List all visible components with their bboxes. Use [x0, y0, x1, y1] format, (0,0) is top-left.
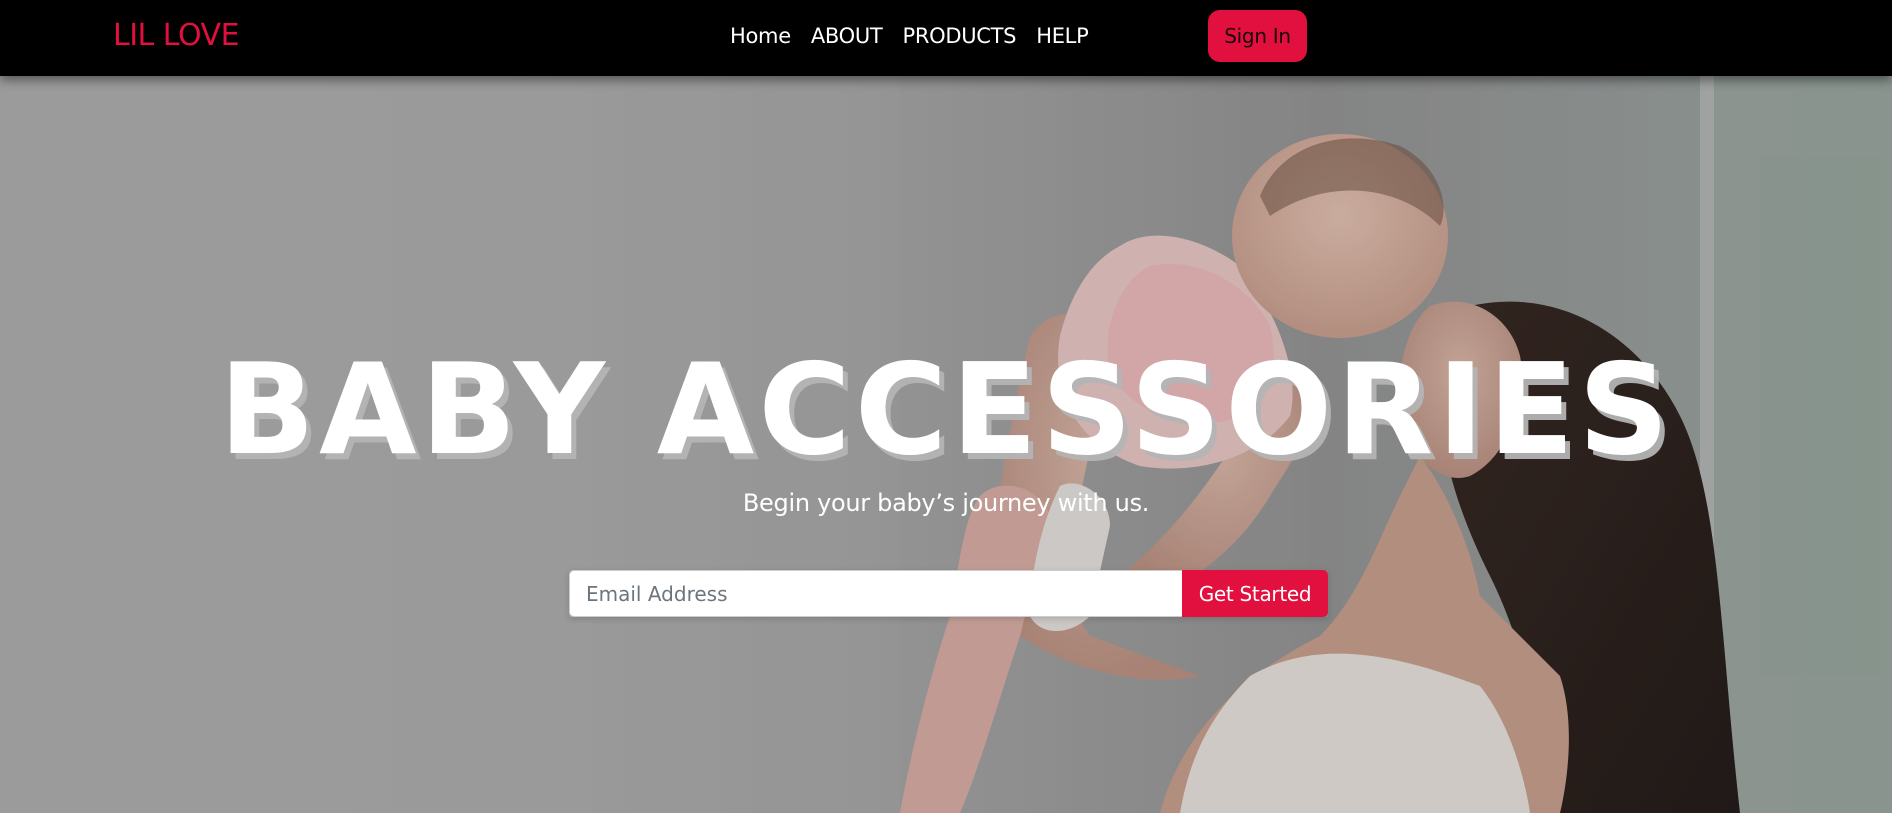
sign-in-button[interactable]: Sign In	[1208, 10, 1307, 62]
get-started-button[interactable]: Get Started	[1182, 570, 1328, 617]
nav-link-home[interactable]: Home	[730, 19, 791, 53]
top-navbar: LIL LOVE Home ABOUT PRODUCTS HELP Sign I…	[0, 0, 1892, 76]
nav-link-products[interactable]: PRODUCTS	[902, 19, 1016, 53]
hero-headline: BABY ACCESSORIES	[219, 336, 1673, 483]
email-signup-form: Get Started	[569, 570, 1328, 617]
hero-section: BABY ACCESSORIES Begin your baby’s journ…	[0, 76, 1892, 813]
brand-logo[interactable]: LIL LOVE	[113, 16, 240, 56]
email-input[interactable]	[569, 570, 1182, 617]
hero-tagline: Begin your baby’s journey with us.	[742, 489, 1150, 517]
nav-link-about[interactable]: ABOUT	[811, 19, 883, 53]
nav-links: Home ABOUT PRODUCTS HELP	[730, 19, 1089, 53]
nav-link-help[interactable]: HELP	[1036, 19, 1089, 53]
